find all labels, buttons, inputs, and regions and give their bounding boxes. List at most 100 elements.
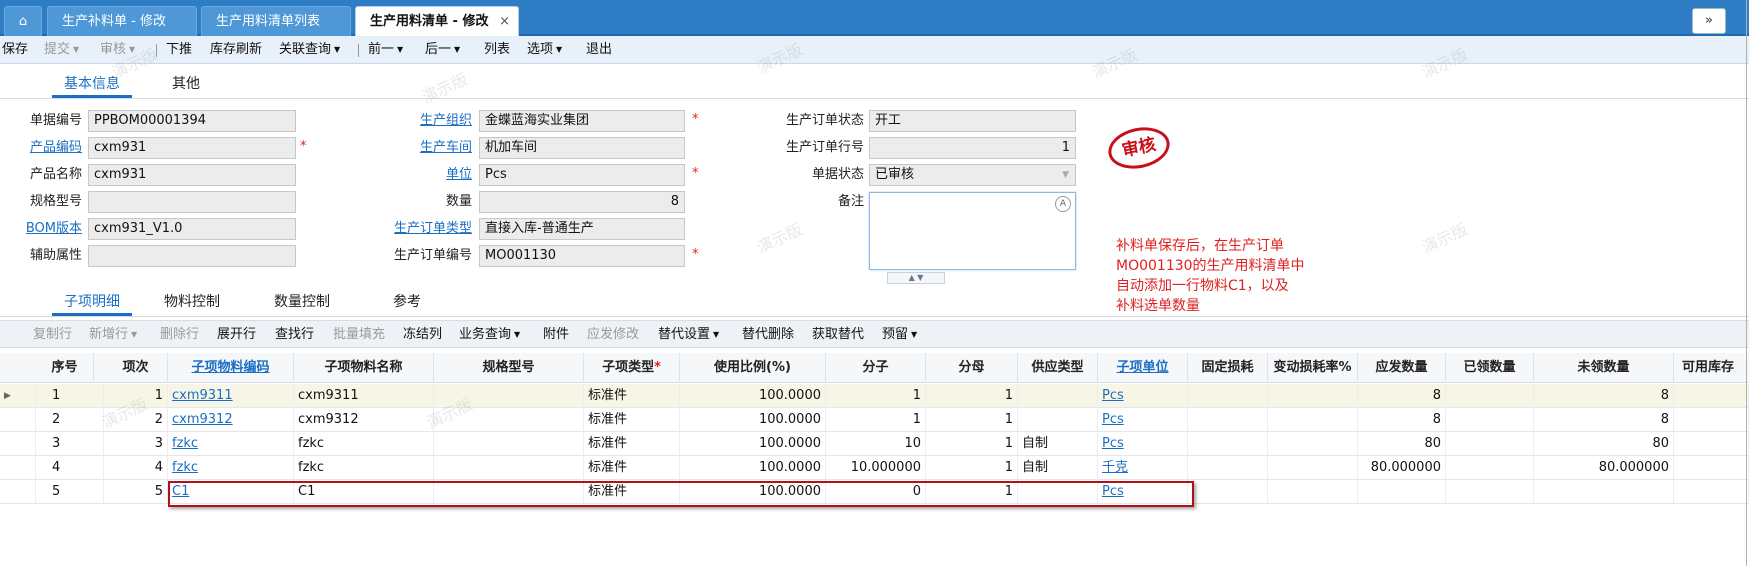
next-button[interactable]: 后一 ▼ [425, 36, 460, 64]
add-row-button[interactable]: 新增行 ▼ [89, 321, 137, 349]
cell-code[interactable]: fzkc [168, 432, 294, 456]
order-no-field[interactable]: MO001130 [479, 245, 685, 267]
tab-reference[interactable]: 参考 [393, 290, 421, 316]
remark-textarea[interactable]: A [869, 192, 1076, 270]
bom-version-field[interactable]: cxm931_V1.0 [88, 218, 296, 240]
submit-button[interactable]: 提交 ▼ [44, 36, 79, 64]
table-row[interactable]: ▶ 1 1 cxm9311 cxm9311 标准件 100.0000 1 1 Pcs 8 8 [0, 384, 1749, 408]
col-seq[interactable]: 序号 [36, 353, 94, 383]
at-icon[interactable]: A [1055, 196, 1071, 212]
collapse-toggle[interactable]: ▲ ▼ [887, 272, 945, 284]
order-line-field[interactable]: 1 [869, 137, 1076, 159]
find-row-button[interactable]: 查找行 [275, 321, 314, 349]
col-unpicked-qty[interactable]: 未领数量 [1534, 353, 1674, 383]
table-row[interactable]: 2 2 cxm9312 cxm9312 标准件 100.0000 1 1 Pcs 8 8 [0, 408, 1749, 432]
order-type-label[interactable]: 生产订单类型 [360, 218, 472, 240]
substitute-settings-button[interactable]: 替代设置 ▼ [658, 321, 719, 349]
tab-children-detail[interactable]: 子项明细 [52, 290, 132, 316]
col-spec[interactable]: 规格型号 [434, 353, 584, 383]
delete-row-button[interactable]: 删除行 [160, 321, 199, 349]
qty-field[interactable]: 8 [479, 191, 685, 213]
unit-label[interactable]: 单位 [360, 164, 472, 186]
col-fixed-loss[interactable]: 固定损耗 [1188, 353, 1268, 383]
col-child-type[interactable]: 子项类型* [584, 353, 680, 383]
cell-code[interactable]: cxm9312 [168, 408, 294, 432]
current-row-icon[interactable]: ▶ [0, 384, 36, 408]
workshop-label[interactable]: 生产车间 [360, 137, 472, 159]
reserve-button[interactable]: 预留 ▼ [882, 321, 917, 349]
tab-basic-info[interactable]: 基本信息 [52, 72, 132, 98]
tab-other[interactable]: 其他 [172, 72, 200, 98]
product-code-label[interactable]: 产品编码 [10, 137, 82, 159]
collapse-tabs-button[interactable]: » [1692, 8, 1726, 34]
col-numerator[interactable]: 分子 [826, 353, 926, 383]
product-code-field[interactable]: cxm931 [88, 137, 296, 159]
col-denominator[interactable]: 分母 [926, 353, 1018, 383]
col-var-loss[interactable]: 变动损耗率% [1268, 353, 1358, 383]
fetch-substitute-button[interactable]: 获取替代 [812, 321, 864, 349]
tab-bom-list[interactable]: 生产用料清单列表 [201, 6, 351, 36]
row-selector[interactable] [0, 408, 36, 432]
cell-item: 4 [104, 456, 168, 480]
row-selector[interactable] [0, 432, 36, 456]
prod-org-field[interactable]: 金蝶蓝海实业集团 [479, 110, 685, 132]
cell-code[interactable]: fzkc [168, 456, 294, 480]
save-button[interactable]: 保存 [2, 36, 28, 64]
attachment-button[interactable]: 附件 [543, 321, 569, 349]
col-item[interactable]: 项次 [104, 353, 168, 383]
doc-status-select[interactable]: 已审核 ▼ [869, 164, 1076, 186]
tab-supplement-order[interactable]: 生产补料单 - 修改 [47, 6, 197, 36]
audit-button[interactable]: 审核 ▼ [100, 36, 135, 64]
spec-field[interactable] [88, 191, 296, 213]
order-status-field[interactable]: 开工 [869, 110, 1076, 132]
col-ratio[interactable]: 使用比例(%) [680, 353, 826, 383]
stock-refresh-button[interactable]: 库存刷新 [210, 36, 262, 64]
prod-org-label[interactable]: 生产组织 [360, 110, 472, 132]
cell-unit[interactable]: Pcs [1098, 432, 1188, 456]
push-down-button[interactable]: 下推 [166, 36, 192, 64]
dropdown-icon: ▼ [129, 45, 136, 54]
batch-fill-button[interactable]: 批量填充 [333, 321, 385, 349]
freeze-col-button[interactable]: 冻结列 [403, 321, 442, 349]
cell-unit[interactable]: Pcs [1098, 384, 1188, 408]
row-selector[interactable] [0, 480, 36, 504]
row-selector[interactable] [0, 456, 36, 480]
cell-var [1268, 408, 1358, 432]
col-issue-qty[interactable]: 应发数量 [1358, 353, 1446, 383]
workshop-field[interactable]: 机加车间 [479, 137, 685, 159]
close-icon[interactable]: × [499, 7, 510, 37]
bom-version-label[interactable]: BOM版本 [10, 218, 82, 240]
col-child-unit[interactable]: 子项单位 [1098, 353, 1188, 383]
cell-unit[interactable]: 千克 [1098, 456, 1188, 480]
col-picked-qty[interactable]: 已领数量 [1446, 353, 1534, 383]
col-child-code[interactable]: 子项物料编码 [168, 353, 294, 383]
prev-button[interactable]: 前一 ▼ [368, 36, 403, 64]
tab-qty-control[interactable]: 数量控制 [274, 290, 330, 316]
tab-bom-edit[interactable]: 生产用料清单 - 修改 × [355, 6, 519, 36]
expand-row-button[interactable]: 展开行 [217, 321, 256, 349]
product-name-field[interactable]: cxm931 [88, 164, 296, 186]
required-mark: * [692, 247, 699, 262]
col-avail-stock[interactable]: 可用库存 [1674, 353, 1749, 383]
cell-code[interactable]: cxm9311 [168, 384, 294, 408]
issue-modify-button[interactable]: 应发修改 [587, 321, 639, 349]
biz-query-button[interactable]: 业务查询 ▼ [459, 321, 520, 349]
unit-field[interactable]: Pcs [479, 164, 685, 186]
exit-button[interactable]: 退出 [586, 36, 612, 64]
related-query-button[interactable]: 关联查询 ▼ [279, 36, 340, 64]
home-tab[interactable]: ⌂ [4, 6, 42, 36]
aux-attr-field[interactable] [88, 245, 296, 267]
cell-den: 1 [926, 456, 1018, 480]
cell-unit[interactable]: Pcs [1098, 408, 1188, 432]
list-button[interactable]: 列表 [484, 36, 510, 64]
col-child-name[interactable]: 子项物料名称 [294, 353, 434, 383]
copy-row-button[interactable]: 复制行 [33, 321, 72, 349]
tab-material-control[interactable]: 物料控制 [164, 290, 220, 316]
table-row[interactable]: 4 4 fzkc fzkc 标准件 100.0000 10.000000 1 自制 千克 80.00… [0, 456, 1749, 480]
options-button[interactable]: 选项 ▼ [527, 36, 562, 64]
col-supply-type[interactable]: 供应类型 [1018, 353, 1098, 383]
order-type-field[interactable]: 直接入库-普通生产 [479, 218, 685, 240]
bill-no-field[interactable]: PPBOM00001394 [88, 110, 296, 132]
table-row[interactable]: 3 3 fzkc fzkc 标准件 100.0000 10 1 自制 Pcs 80 80 [0, 432, 1749, 456]
substitute-delete-button[interactable]: 替代删除 [742, 321, 794, 349]
